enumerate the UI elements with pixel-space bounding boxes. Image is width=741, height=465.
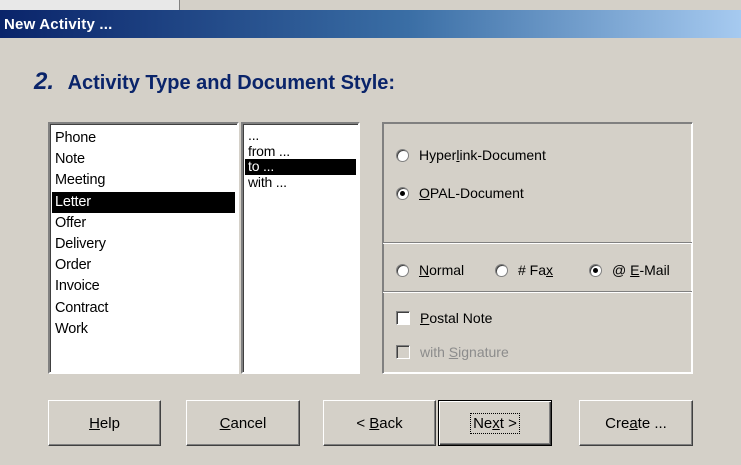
activity-type-item[interactable]: Note <box>52 149 235 170</box>
accelerator-key: C <box>219 414 231 432</box>
radio-label: # Fax <box>518 262 554 278</box>
direction-item[interactable]: with ... <box>245 174 356 191</box>
button-label: Cancel <box>219 414 267 432</box>
activity-type-item[interactable]: Letter <box>52 191 235 213</box>
cancel-button[interactable]: Cancel <box>186 400 300 446</box>
activity-type-item[interactable]: Meeting <box>52 170 235 191</box>
activity-type-item[interactable]: Offer <box>52 213 235 234</box>
radio-label: Hyperlink-Document <box>419 147 546 163</box>
checkbox-icon <box>396 345 410 359</box>
accelerator-key: a <box>629 414 638 432</box>
focus-rect: Next > <box>470 412 520 434</box>
activity-type-list[interactable]: Phone Note Meeting Letter Offer Delivery Order… <box>48 122 239 374</box>
activity-type-item[interactable]: Work <box>52 319 235 340</box>
step-heading: 2. Activity Type and Document Style: <box>34 68 395 96</box>
radio-fax[interactable]: # Fax <box>495 262 553 278</box>
group-separator <box>383 291 692 293</box>
accelerator-key: B <box>369 414 380 432</box>
direction-item[interactable]: to ... <box>245 159 356 175</box>
direction-item[interactable]: ... <box>245 127 356 144</box>
step-title: Activity Type and Document Style: <box>67 72 396 94</box>
button-label: Next > <box>473 414 517 432</box>
activity-type-item[interactable]: Phone <box>52 128 235 149</box>
radio-icon[interactable] <box>396 263 409 277</box>
back-button[interactable]: < Back <box>323 400 436 446</box>
radio-icon[interactable] <box>589 263 602 277</box>
radio-icon[interactable] <box>396 148 409 162</box>
checkbox-label: with Signature <box>420 344 509 360</box>
radio-icon[interactable] <box>396 186 409 200</box>
help-button[interactable]: Help <box>48 400 161 446</box>
dialog-title: New Activity ... <box>0 10 741 38</box>
radio-label: Normal <box>419 262 465 278</box>
accelerator-key: O <box>419 185 430 201</box>
activity-type-item[interactable]: Contract <box>52 298 235 319</box>
accelerator-key: P <box>420 310 430 326</box>
accelerator-key: S <box>448 344 459 360</box>
checkbox-icon[interactable] <box>396 311 410 325</box>
radio-label: @ E-Mail <box>612 262 670 278</box>
accelerator-key: H <box>89 414 100 432</box>
accelerator-key: x <box>492 414 500 432</box>
accelerator-key: l <box>456 147 460 163</box>
checkbox-label: Postal Note <box>420 310 493 326</box>
step-number: 2. <box>34 68 55 95</box>
create-button[interactable]: Create ... <box>579 400 693 446</box>
button-label: Create ... <box>605 414 667 432</box>
radio-label: OPAL-Document <box>419 185 524 201</box>
next-button[interactable]: Next > <box>438 400 552 446</box>
radio-hyperlink-document[interactable]: Hyperlink-Document <box>396 147 546 163</box>
direction-list[interactable]: ... from ... to ... with ... <box>241 122 360 374</box>
activity-type-item[interactable]: Invoice <box>52 276 235 297</box>
button-label: < Back <box>356 414 403 432</box>
checkbox-postal-note[interactable]: Postal Note <box>396 310 492 326</box>
radio-icon[interactable] <box>495 263 508 277</box>
radio-normal[interactable]: Normal <box>396 262 464 278</box>
radio-opal-document[interactable]: OPAL-Document <box>396 185 524 201</box>
checkbox-with-signature: with Signature <box>396 344 509 360</box>
activity-type-item[interactable]: Delivery <box>52 234 235 255</box>
accelerator-key: E <box>630 262 640 278</box>
activity-type-item[interactable]: Order <box>52 255 235 276</box>
accelerator-key: x <box>546 262 554 278</box>
direction-item[interactable]: from ... <box>245 143 356 160</box>
button-label: Help <box>89 414 120 432</box>
radio-email[interactable]: @ E-Mail <box>589 262 670 278</box>
group-separator <box>383 242 692 244</box>
accelerator-key: N <box>419 262 430 278</box>
